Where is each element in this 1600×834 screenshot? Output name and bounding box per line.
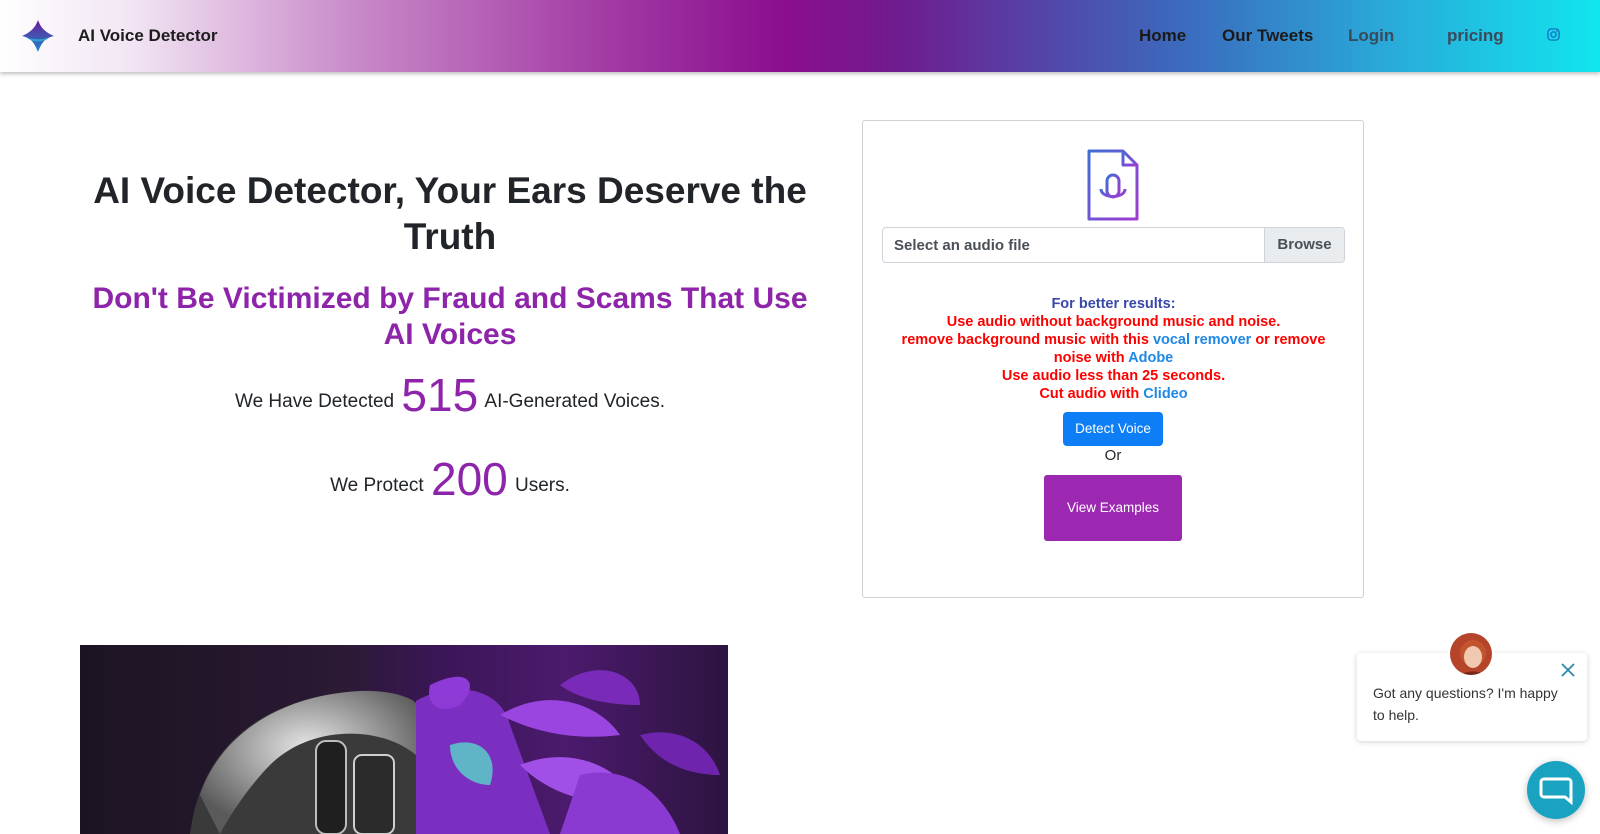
nav-login-link[interactable]: Login — [1348, 26, 1394, 46]
tip-no-music: Use audio without background music and n… — [946, 314, 1281, 330]
protect-suffix: Users. — [515, 475, 570, 496]
tip2-pre: remove background music with this — [901, 332, 1149, 348]
file-input-label: Select an audio file — [894, 237, 1030, 254]
tips-block: For better results: Use audio without ba… — [882, 295, 1345, 403]
browse-button[interactable]: Browse — [1264, 228, 1344, 262]
hero-title: AI Voice Detector, Your Ears Deserve the… — [93, 170, 807, 257]
instagram-icon[interactable] — [1547, 28, 1560, 41]
hero-subtitle: Don't Be Victimized by Fraud and Scams T… — [92, 282, 808, 351]
logo-icon[interactable] — [18, 16, 58, 56]
avatar — [1448, 631, 1494, 677]
clideo-link[interactable]: Clideo — [1143, 386, 1187, 402]
audio-file-input[interactable]: Select an audio file Browse — [882, 227, 1345, 263]
tip-duration: Use audio less than 25 seconds. — [1001, 368, 1226, 384]
hero-illustration — [190, 670, 720, 834]
nav-home-link[interactable]: Home — [1139, 26, 1186, 46]
hero-image — [80, 645, 728, 834]
detected-suffix: AI-Generated Voices. — [484, 391, 665, 412]
tip-remove-music: remove background music with this vocal … — [882, 331, 1345, 367]
tips-header: For better results: — [1051, 296, 1176, 312]
chat-launcher-button[interactable] — [1527, 761, 1585, 819]
nav-tweets-link[interactable]: Our Tweets — [1222, 26, 1313, 46]
protect-stat: We Protect 200 Users. — [78, 452, 822, 506]
detected-prefix: We Have Detected — [235, 391, 395, 412]
audio-file-icon — [1087, 149, 1139, 221]
adobe-link[interactable]: Adobe — [1128, 350, 1173, 366]
protect-prefix: We Protect — [330, 475, 424, 496]
detected-stat: We Have Detected 515 AI-Generated Voices… — [78, 368, 822, 422]
or-separator: Or — [1104, 447, 1122, 464]
brand-name[interactable]: AI Voice Detector — [78, 26, 218, 46]
tip4-pre: Cut audio with — [1039, 386, 1140, 402]
upload-card: Select an audio file Browse For better r… — [862, 120, 1364, 598]
detect-voice-button[interactable]: Detect Voice — [1063, 412, 1163, 446]
tip-cut-audio: Cut audio with Clideo — [882, 385, 1345, 403]
view-examples-button[interactable]: View Examples — [1044, 475, 1182, 541]
chat-icon — [1539, 777, 1573, 806]
chat-message: Got any questions? I'm happy to help. — [1373, 685, 1558, 723]
top-navbar: AI Voice Detector Home Our Tweets Login … — [0, 0, 1600, 72]
vocal-remover-link[interactable]: vocal remover — [1153, 332, 1251, 348]
protect-count: 200 — [430, 453, 508, 505]
nav-pricing-link[interactable]: pricing — [1447, 26, 1504, 46]
detected-count: 515 — [401, 369, 479, 421]
close-icon[interactable] — [1561, 663, 1575, 677]
